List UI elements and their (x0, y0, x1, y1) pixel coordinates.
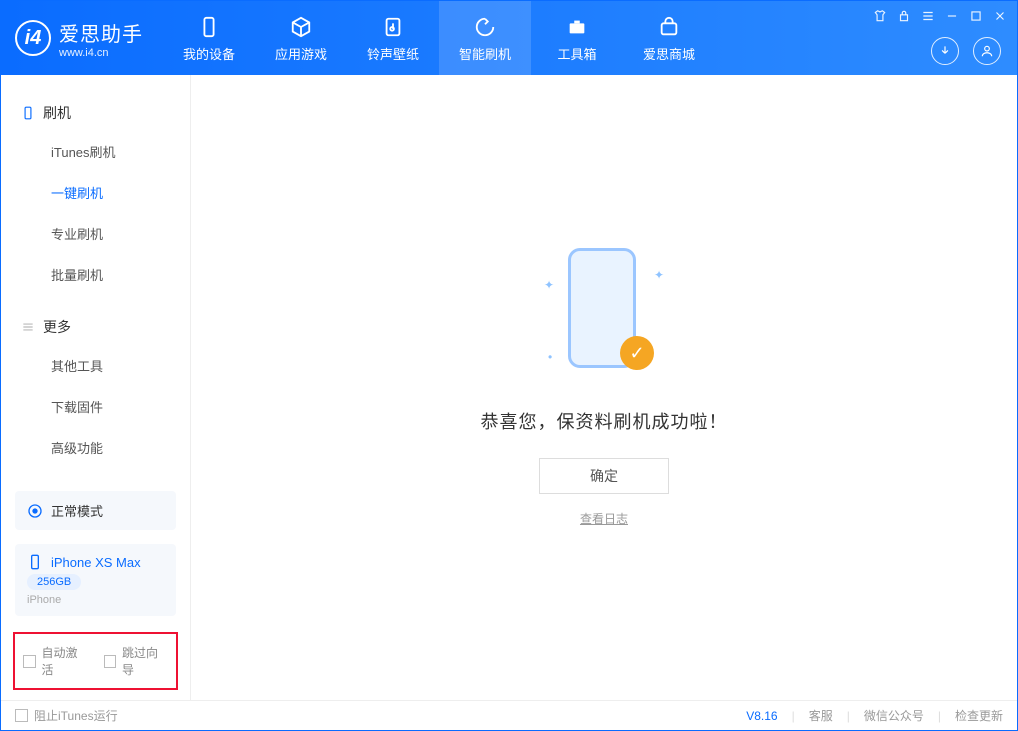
section-title: 刷机 (43, 103, 71, 123)
mode-label: 正常模式 (51, 501, 103, 520)
version-label: V8.16 (746, 709, 777, 723)
nav-label: 我的设备 (183, 44, 235, 63)
check-update-link[interactable]: 检查更新 (955, 707, 1003, 724)
checkbox-block-itunes[interactable]: 阻止iTunes运行 (15, 707, 118, 724)
sidebar-section-more: 更多 (1, 309, 190, 345)
window-controls (873, 9, 1007, 23)
sidebar-item-advanced[interactable]: 高级功能 (1, 427, 190, 468)
sidebar-item-other-tools[interactable]: 其他工具 (1, 345, 190, 386)
device-type: iPhone (27, 594, 164, 606)
separator: | (847, 709, 850, 723)
checkmark-badge-icon: ✓ (620, 336, 654, 370)
nav-tab-apps[interactable]: 应用游戏 (255, 1, 347, 75)
nav-tab-flash[interactable]: 智能刷机 (439, 1, 531, 75)
sparkle-icon: ✦ (544, 278, 554, 292)
mode-icon (27, 503, 43, 519)
toolbox-icon (564, 14, 590, 40)
sidebar-item-pro-flash[interactable]: 专业刷机 (1, 213, 190, 254)
section-title: 更多 (43, 317, 71, 337)
checkbox-label: 自动激活 (42, 644, 88, 678)
view-log-link[interactable]: 查看日志 (580, 510, 628, 527)
device-icon (196, 14, 222, 40)
tshirt-icon[interactable] (873, 9, 887, 23)
checkbox-skip-guide[interactable]: 跳过向导 (104, 644, 169, 678)
sparkle-icon: • (548, 350, 552, 364)
nav-label: 铃声壁纸 (367, 44, 419, 63)
close-icon[interactable] (993, 9, 1007, 23)
user-button[interactable] (973, 37, 1001, 65)
nav-tab-toolbox[interactable]: 工具箱 (531, 1, 623, 75)
separator: | (938, 709, 941, 723)
app-url: www.i4.cn (59, 47, 143, 59)
cube-icon (288, 14, 314, 40)
header-action-icons (931, 37, 1001, 65)
nav-label: 工具箱 (557, 44, 596, 63)
nav-label: 爱思商城 (643, 44, 695, 63)
menu-icon[interactable] (921, 9, 935, 23)
app-header: i4 爱思助手 www.i4.cn 我的设备 应用游戏 铃声壁纸 智能刷机 工具… (1, 1, 1017, 75)
mode-box[interactable]: 正常模式 (15, 491, 176, 530)
wechat-link[interactable]: 微信公众号 (864, 707, 924, 724)
phone-icon (21, 106, 35, 120)
sidebar-item-download-firmware[interactable]: 下载固件 (1, 386, 190, 427)
download-button[interactable] (931, 37, 959, 65)
sidebar-item-oneclick-flash[interactable]: 一键刷机 (1, 172, 190, 213)
minimize-icon[interactable] (945, 9, 959, 23)
sidebar-item-batch-flash[interactable]: 批量刷机 (1, 254, 190, 295)
maximize-icon[interactable] (969, 9, 983, 23)
nav-label: 智能刷机 (459, 44, 511, 63)
main-content: ✦ ✦ • ✓ 恭喜您，保资料刷机成功啦！ 确定 查看日志 (191, 75, 1017, 700)
device-phone-icon (27, 554, 43, 570)
success-message: 恭喜您，保资料刷机成功啦！ (481, 408, 728, 434)
logo: i4 爱思助手 www.i4.cn (1, 1, 163, 75)
logo-icon: i4 (15, 20, 51, 56)
footer-right: V8.16 | 客服 | 微信公众号 | 检查更新 (746, 707, 1003, 724)
nav-label: 应用游戏 (275, 44, 327, 63)
nav-tab-ringtones[interactable]: 铃声壁纸 (347, 1, 439, 75)
logo-text: 爱思助手 www.i4.cn (59, 18, 143, 59)
sidebar-section-flash: 刷机 (1, 95, 190, 131)
separator: | (792, 709, 795, 723)
app-title: 爱思助手 (59, 18, 143, 47)
store-icon (656, 14, 682, 40)
support-link[interactable]: 客服 (809, 707, 833, 724)
nav-tab-store[interactable]: 爱思商城 (623, 1, 715, 75)
success-illustration: ✦ ✦ • ✓ (544, 248, 664, 388)
highlighted-checkbox-row: 自动激活 跳过向导 (13, 632, 178, 690)
checkbox-auto-activate[interactable]: 自动激活 (23, 644, 88, 678)
nav-tabs: 我的设备 应用游戏 铃声壁纸 智能刷机 工具箱 爱思商城 (163, 1, 715, 75)
device-box[interactable]: iPhone XS Max 256GB iPhone (15, 544, 176, 616)
device-name: iPhone XS Max (51, 555, 141, 570)
nav-tab-device[interactable]: 我的设备 (163, 1, 255, 75)
sidebar-item-itunes-flash[interactable]: iTunes刷机 (1, 131, 190, 172)
app-body: 刷机 iTunes刷机 一键刷机 专业刷机 批量刷机 更多 其他工具 下载固件 … (1, 75, 1017, 700)
refresh-icon (472, 14, 498, 40)
status-bar: 阻止iTunes运行 V8.16 | 客服 | 微信公众号 | 检查更新 (1, 700, 1017, 730)
lock-icon[interactable] (897, 9, 911, 23)
music-icon (380, 14, 406, 40)
list-icon (21, 320, 35, 334)
checkbox-label: 跳过向导 (122, 644, 168, 678)
device-storage: 256GB (27, 574, 81, 590)
ok-button[interactable]: 确定 (539, 458, 669, 494)
sparkle-icon: ✦ (654, 268, 664, 282)
sidebar: 刷机 iTunes刷机 一键刷机 专业刷机 批量刷机 更多 其他工具 下载固件 … (1, 75, 191, 700)
checkbox-label: 阻止iTunes运行 (34, 707, 118, 724)
